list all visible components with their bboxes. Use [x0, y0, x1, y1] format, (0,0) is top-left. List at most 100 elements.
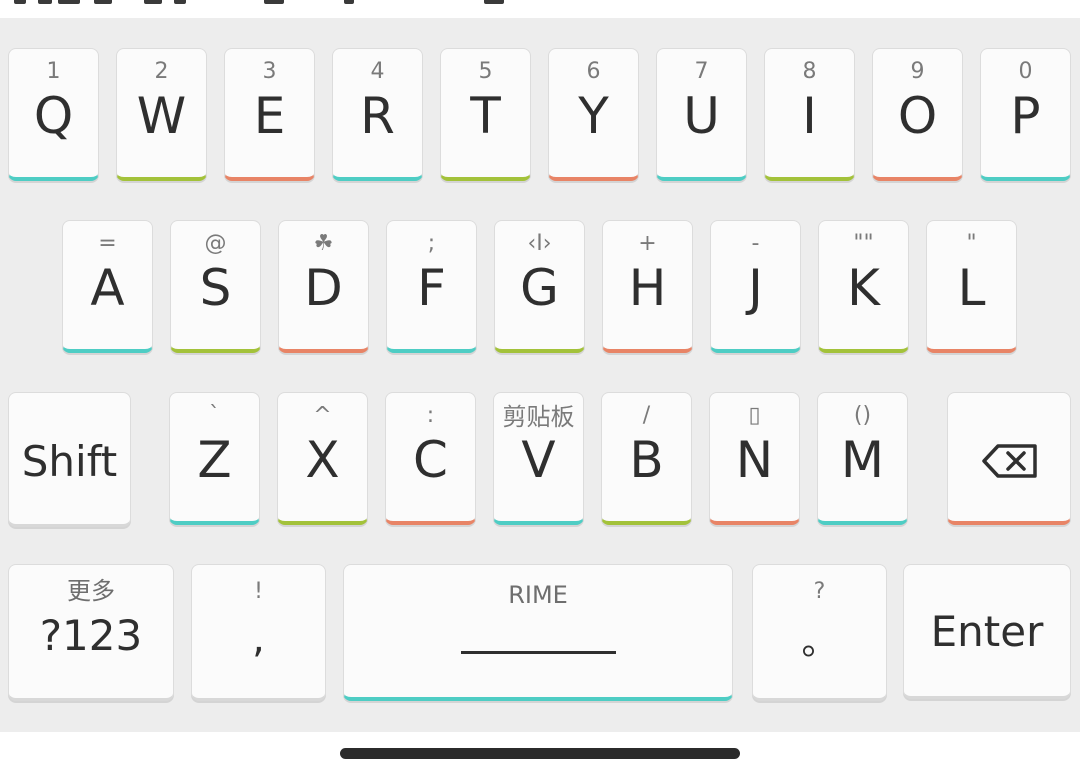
key-hint: ▯	[748, 403, 761, 428]
key-label: C	[413, 431, 448, 489]
key-r[interactable]: 4 R	[332, 48, 423, 181]
comma-hint: !	[254, 579, 263, 604]
key-hint: 剪贴板	[502, 403, 575, 431]
more-hint: 更多	[67, 577, 115, 605]
key-hint: 4	[370, 59, 385, 84]
text-preview-strip	[0, 0, 1080, 18]
key-u[interactable]: 7 U	[656, 48, 747, 181]
backspace-icon	[981, 443, 1039, 479]
key-hint: /	[642, 403, 651, 428]
clipped-text-line	[14, 0, 574, 6]
key-f[interactable]: ; F	[386, 220, 477, 353]
key-label: Y	[578, 87, 609, 145]
key-hint: :	[426, 403, 435, 428]
key-hint: +	[638, 231, 657, 256]
key-label: J	[748, 259, 763, 317]
key-hint: 5	[478, 59, 493, 84]
key-z[interactable]: ` Z	[169, 392, 260, 525]
key-label: O	[897, 87, 938, 145]
key-x[interactable]: ^ X	[277, 392, 368, 525]
home-indicator[interactable]	[340, 748, 740, 759]
key-v[interactable]: 剪贴板 V	[493, 392, 584, 525]
key-label: R	[360, 87, 395, 145]
key-label: F	[417, 259, 446, 317]
key-i[interactable]: 8 I	[764, 48, 855, 181]
comma-label: ,	[252, 616, 265, 662]
key-hint: =	[98, 231, 117, 256]
key-c[interactable]: : C	[385, 392, 476, 525]
key-hint: ☘	[313, 231, 334, 256]
period-label: 。	[801, 622, 838, 663]
key-label: T	[470, 87, 501, 145]
shift-key[interactable]: Shift	[8, 392, 131, 527]
key-hint: ()	[853, 403, 872, 428]
key-label: Q	[33, 87, 74, 145]
key-label: E	[253, 87, 286, 145]
period-hint: ?	[813, 579, 826, 604]
key-d[interactable]: ☘ D	[278, 220, 369, 353]
key-label: S	[199, 259, 232, 317]
key-y[interactable]: 6 Y	[548, 48, 639, 181]
numbers-key[interactable]: 更多 ?123	[8, 564, 174, 701]
key-label: X	[305, 431, 340, 489]
key-label: M	[840, 431, 885, 489]
key-hint: ""	[853, 231, 874, 256]
key-w[interactable]: 2 W	[116, 48, 207, 181]
key-hint: `	[209, 403, 220, 428]
key-label: G	[520, 259, 559, 317]
key-hint: 9	[910, 59, 925, 84]
key-n[interactable]: ▯ N	[709, 392, 800, 525]
key-hint: ^	[313, 403, 332, 428]
key-label: N	[735, 431, 774, 489]
key-b[interactable]: / B	[601, 392, 692, 525]
space-key[interactable]: RIME	[343, 564, 733, 701]
key-hint: @	[204, 231, 227, 256]
key-s[interactable]: @ S	[170, 220, 261, 353]
backspace-key[interactable]	[947, 392, 1071, 525]
key-hint: 8	[802, 59, 817, 84]
period-key[interactable]: ? 。	[752, 564, 887, 701]
key-q[interactable]: 1 Q	[8, 48, 99, 181]
space-bar-icon	[461, 651, 616, 654]
key-p[interactable]: 0 P	[980, 48, 1071, 181]
key-label: W	[136, 87, 187, 145]
key-hint: 0	[1018, 59, 1033, 84]
key-label: Z	[197, 431, 232, 489]
key-t[interactable]: 5 T	[440, 48, 531, 181]
key-hint: 7	[694, 59, 709, 84]
key-g[interactable]: ‹I› G	[494, 220, 585, 353]
comma-key[interactable]: ! ,	[191, 564, 326, 701]
key-label: B	[629, 431, 664, 489]
key-hint: ;	[427, 231, 436, 256]
numbers-label: ?123	[39, 611, 143, 660]
key-label: U	[683, 87, 720, 145]
keyboard: 1 Q 2 W 3 E 4 R 5 T 6 Y 7 U 8 I 9 O 0 P …	[0, 18, 1080, 732]
key-label: P	[1010, 87, 1041, 145]
key-hint: -	[751, 231, 760, 256]
key-l[interactable]: " L	[926, 220, 1017, 353]
key-label: I	[802, 87, 817, 145]
key-a[interactable]: = A	[62, 220, 153, 353]
key-e[interactable]: 3 E	[224, 48, 315, 181]
key-hint: 2	[154, 59, 169, 84]
key-label: V	[521, 431, 556, 489]
key-label: D	[304, 259, 343, 317]
enter-label: Enter	[930, 607, 1044, 656]
key-h[interactable]: + H	[602, 220, 693, 353]
key-hint: 6	[586, 59, 601, 84]
shift-label: Shift	[21, 437, 118, 486]
key-k[interactable]: "" K	[818, 220, 909, 353]
key-hint: ‹I›	[527, 231, 552, 256]
key-label: A	[90, 259, 125, 317]
key-label: K	[847, 259, 880, 317]
key-hint: 3	[262, 59, 277, 84]
enter-key[interactable]: Enter	[903, 564, 1071, 699]
key-label: H	[628, 259, 667, 317]
key-o[interactable]: 9 O	[872, 48, 963, 181]
key-hint: "	[966, 231, 977, 256]
space-label: RIME	[508, 581, 568, 609]
key-hint: 1	[46, 59, 61, 84]
key-label: L	[957, 259, 986, 317]
key-j[interactable]: - J	[710, 220, 801, 353]
key-m[interactable]: () M	[817, 392, 908, 525]
